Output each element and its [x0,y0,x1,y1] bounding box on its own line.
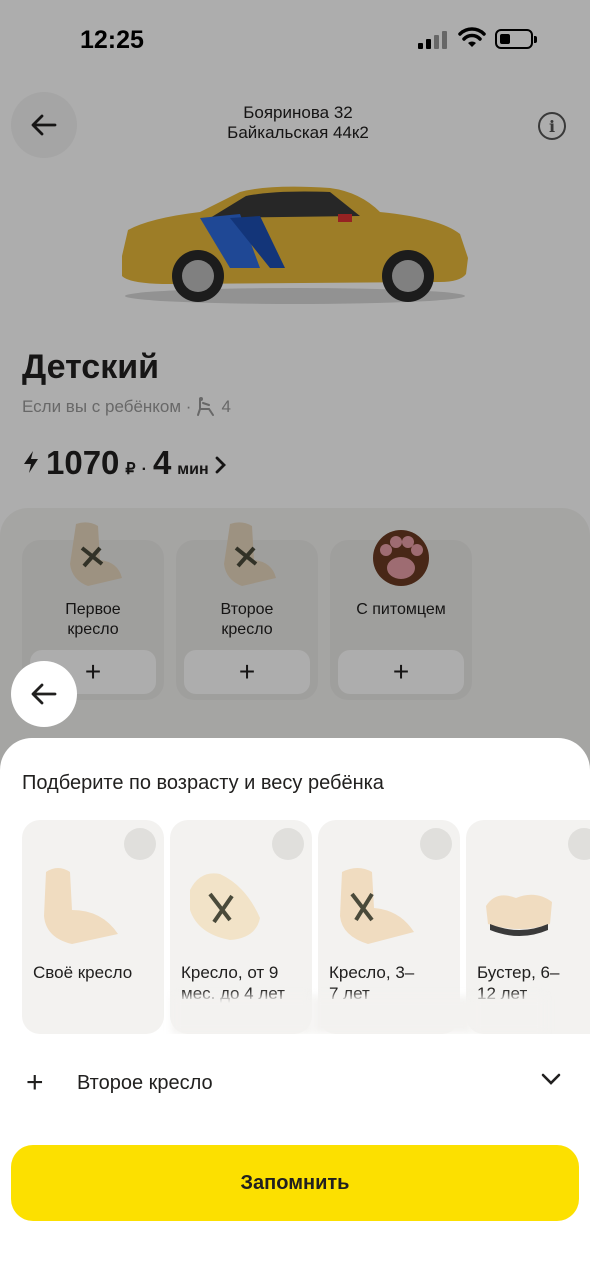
sheet-back-button[interactable] [11,661,77,727]
blur-overlay [312,996,472,1034]
second-seat-row[interactable]: + Второе кресло [0,1064,590,1104]
second-seat-label: Второе кресло [77,1072,213,1094]
blur-overlay [172,996,312,1034]
child-seat-image [44,868,118,944]
child-seat-image [190,873,260,940]
child-seat-sheet: Подберите по возрасту и весу ребёнка Сво… [0,738,590,1280]
seat-card-radio[interactable] [124,828,156,860]
seat-card-label: Своё кресло [33,963,133,982]
sheet-title: Подберите по возрасту и весу ребёнка [22,772,384,794]
blur-overlay [472,996,546,1034]
booster-seat-image [486,894,552,936]
chevron-down-icon [541,1073,561,1085]
arrow-left-icon [31,683,57,705]
seat-card-own[interactable]: Своё кресло [22,820,164,1034]
seat-card-radio[interactable] [272,828,304,860]
plus-icon: + [26,1066,44,1099]
save-button[interactable]: Запомнить [11,1145,579,1221]
seat-card-radio[interactable] [568,828,590,860]
seat-card-list[interactable]: Своё кресло Кресло, от 9 мес. до 4 лет Кр… [22,820,590,1034]
child-seat-image [340,868,414,944]
seat-card-radio[interactable] [420,828,452,860]
